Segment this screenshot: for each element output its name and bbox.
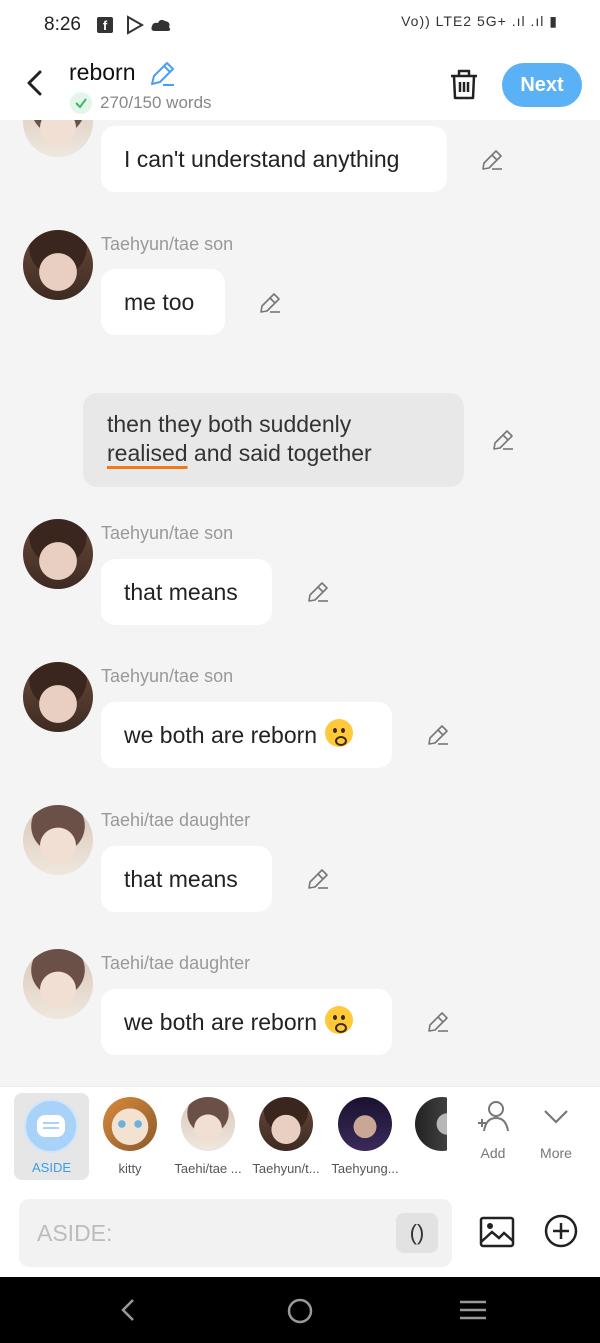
character-name: Taehi/tae ... [174,1161,242,1176]
avatar[interactable] [23,662,93,732]
check-icon [70,92,92,114]
avatar[interactable] [23,230,93,300]
message-text: we both are reborn [124,1009,318,1035]
character-kitty[interactable]: kitty [102,1097,158,1176]
edit-icon[interactable] [426,723,450,747]
worried-emoji-icon [325,719,354,747]
add-character-button[interactable]: Add [468,1097,518,1161]
character-name: Taehyun/t... [252,1161,320,1176]
character-taehyun[interactable]: Taehyun/t... [252,1097,320,1176]
avatar [103,1097,157,1151]
message-input[interactable] [19,1199,452,1267]
trash-icon[interactable] [448,67,480,101]
edit-title-icon[interactable] [148,60,176,88]
aside-icon [24,1099,78,1153]
message-bubble[interactable]: that means [101,846,272,912]
story-title: reborn [69,59,136,85]
add-person-icon [478,1101,509,1132]
aside-button[interactable]: ASIDE [14,1093,89,1180]
narration-line-2-rest: and said together [187,440,372,466]
nav-back-icon[interactable] [116,1297,140,1323]
signal-icons: Vo)) LTE2 5G+ .ıl .ıl ▮ [401,13,558,29]
edit-icon[interactable] [480,148,504,172]
narration-line-1: then they both suddenly [107,411,352,437]
character-taehi[interactable]: Taehi/tae ... [174,1097,242,1176]
edit-icon[interactable] [491,428,515,452]
character-name: kitty [118,1161,142,1176]
character-name: Taehyung... [331,1161,399,1176]
character-jungul[interactable]: jungul [415,1097,447,1151]
avatar[interactable] [23,519,93,589]
message-bubble[interactable]: I can't understand anything [101,126,447,192]
message-bubble[interactable]: we both are reborn [101,702,392,768]
nav-recents-icon[interactable] [458,1297,488,1323]
cloud-icon [151,19,171,31]
sender-name: Taehi/tae daughter [101,810,251,830]
avatar [415,1097,447,1151]
avatar [181,1097,235,1151]
facebook-icon: f [97,17,113,33]
avatar[interactable] [23,949,93,1019]
character-selector: ASIDE kitty Taehi/tae ... Taehyun/t... T… [0,1086,600,1188]
chat-header: reborn 270/150 words Next [0,50,600,120]
word-count-text: 270/150 words [100,93,212,112]
narration-bubble[interactable]: then they both suddenly realised and sai… [83,393,464,487]
aside-label: ASIDE [31,1160,71,1175]
more-label: More [540,1145,572,1161]
avatar[interactable] [23,120,93,157]
action-parentheses-button[interactable]: () [396,1213,438,1253]
edit-icon[interactable] [258,291,282,315]
sender-name: Taehi/tae daughter [101,953,251,973]
word-count: 270/150 words [70,92,212,114]
nav-home-icon[interactable] [286,1297,314,1325]
plus-circle-icon[interactable] [543,1213,579,1249]
more-button[interactable]: More [531,1097,581,1161]
message-text: we both are reborn [124,722,318,748]
message-bubble[interactable]: that means [101,559,272,625]
message-bubble[interactable]: we both are reborn [101,989,392,1055]
chat-area[interactable]: I can't understand anything Taehyun/tae … [0,120,600,1086]
status-time: 8:26 [44,14,81,35]
next-button[interactable]: Next [502,63,582,107]
sender-name: Taehyun/tae son [101,234,234,254]
edit-icon[interactable] [306,867,330,891]
avatar[interactable] [23,805,93,875]
spellcheck-word[interactable]: realised [107,440,188,466]
edit-icon[interactable] [306,580,330,604]
avatar [338,1097,392,1151]
chevron-down-icon [544,1110,568,1124]
sender-name: Taehyun/tae son [101,523,234,543]
add-label: Add [480,1145,506,1161]
play-store-icon [127,15,145,35]
worried-emoji-icon [325,1006,354,1034]
edit-icon[interactable] [426,1010,450,1034]
back-arrow-icon[interactable] [20,68,50,98]
image-icon[interactable] [478,1213,516,1251]
narration-line-2: realised and said together [107,439,440,468]
character-taehyung[interactable]: Taehyung... [331,1097,399,1176]
status-bar: 8:26 f Vo)) LTE2 5G+ .ıl .ıl ▮ [0,0,600,50]
sender-name: Taehyun/tae son [101,666,234,686]
system-nav-bar [0,1277,600,1343]
avatar [259,1097,313,1151]
message-bubble[interactable]: me too [101,269,225,335]
composer: () [0,1188,600,1277]
